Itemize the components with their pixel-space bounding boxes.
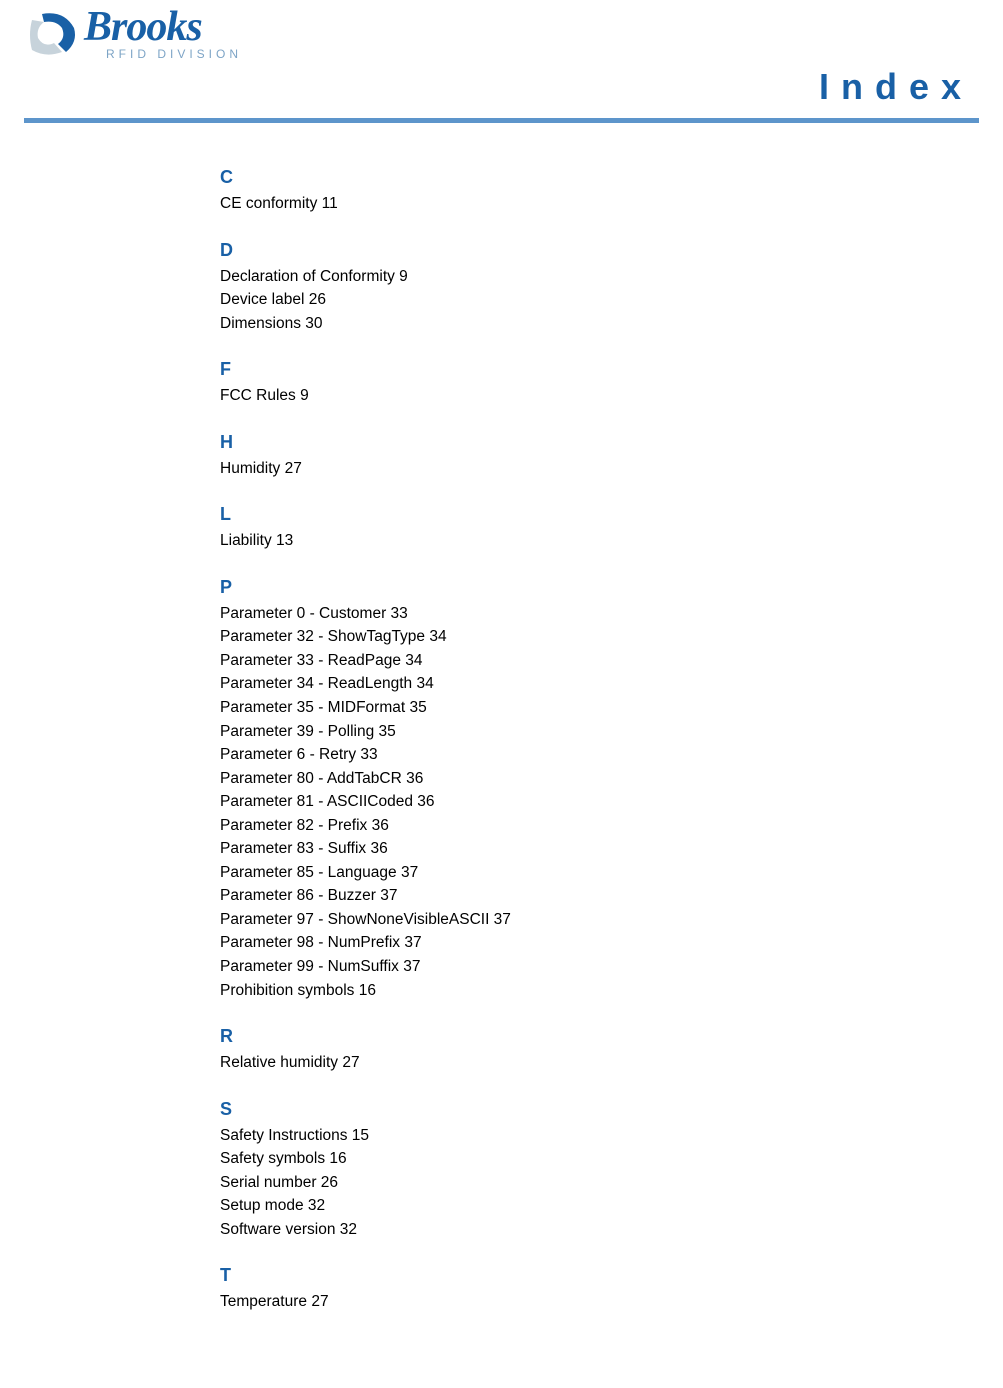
index-entry[interactable]: Parameter 97 - ShowNoneVisibleASCII 37 <box>220 908 979 932</box>
index-letter-heading: P <box>220 577 979 598</box>
page-header: Brooks RFID DIVISION Index <box>0 0 1003 108</box>
index-entry[interactable]: Safety Instructions 15 <box>220 1124 979 1148</box>
logo-icon <box>24 8 78 62</box>
index-entry[interactable]: FCC Rules 9 <box>220 384 979 408</box>
index-entry[interactable]: Parameter 81 - ASCIICoded 36 <box>220 790 979 814</box>
index-entry[interactable]: Safety symbols 16 <box>220 1147 979 1171</box>
index-entry[interactable]: Parameter 80 - AddTabCR 36 <box>220 767 979 791</box>
index-entry[interactable]: Declaration of Conformity 9 <box>220 265 979 289</box>
index-entry[interactable]: Serial number 26 <box>220 1171 979 1195</box>
index-entry[interactable]: Parameter 99 - NumSuffix 37 <box>220 955 979 979</box>
index-entry[interactable]: Parameter 83 - Suffix 36 <box>220 837 979 861</box>
index-entry[interactable]: Software version 32 <box>220 1218 979 1242</box>
index-entry[interactable]: Parameter 85 - Language 37 <box>220 861 979 885</box>
index-entry[interactable]: Prohibition symbols 16 <box>220 979 979 1003</box>
index-entry[interactable]: Parameter 33 - ReadPage 34 <box>220 649 979 673</box>
index-entry[interactable]: Parameter 6 - Retry 33 <box>220 743 979 767</box>
index-letter-heading: L <box>220 504 979 525</box>
index-letter-heading: C <box>220 167 979 188</box>
index-entry[interactable]: Relative humidity 27 <box>220 1051 979 1075</box>
index-entry[interactable]: Parameter 32 - ShowTagType 34 <box>220 625 979 649</box>
index-entry[interactable]: Parameter 98 - NumPrefix 37 <box>220 931 979 955</box>
index-entry[interactable]: Temperature 27 <box>220 1290 979 1314</box>
index-entry[interactable]: Device label 26 <box>220 288 979 312</box>
index-entry[interactable]: CE conformity 11 <box>220 192 979 216</box>
logo-brand: Brooks <box>84 9 242 47</box>
index-letter-heading: F <box>220 359 979 380</box>
index-entry[interactable]: Parameter 82 - Prefix 36 <box>220 814 979 838</box>
index-entry[interactable]: Parameter 0 - Customer 33 <box>220 602 979 626</box>
logo: Brooks RFID DIVISION <box>24 8 979 62</box>
index-entry[interactable]: Dimensions 30 <box>220 312 979 336</box>
index-letter-heading: H <box>220 432 979 453</box>
index-entry[interactable]: Setup mode 32 <box>220 1194 979 1218</box>
index-entry[interactable]: Humidity 27 <box>220 457 979 481</box>
index-entry[interactable]: Parameter 34 - ReadLength 34 <box>220 672 979 696</box>
index-entry[interactable]: Parameter 39 - Polling 35 <box>220 720 979 744</box>
logo-text: Brooks RFID DIVISION <box>84 9 242 61</box>
index-letter-heading: D <box>220 240 979 261</box>
index-letter-heading: S <box>220 1099 979 1120</box>
index-content: C CE conformity 11 D Declaration of Conform… <box>0 123 1003 1338</box>
index-letter-heading: T <box>220 1265 979 1286</box>
index-entry[interactable]: Parameter 86 - Buzzer 37 <box>220 884 979 908</box>
index-entry[interactable]: Liability 13 <box>220 529 979 553</box>
index-letter-heading: R <box>220 1026 979 1047</box>
page-title: Index <box>24 66 979 108</box>
logo-area: Brooks RFID DIVISION <box>24 0 979 68</box>
index-entry[interactable]: Parameter 35 - MIDFormat 35 <box>220 696 979 720</box>
logo-subtitle: RFID DIVISION <box>106 47 242 61</box>
